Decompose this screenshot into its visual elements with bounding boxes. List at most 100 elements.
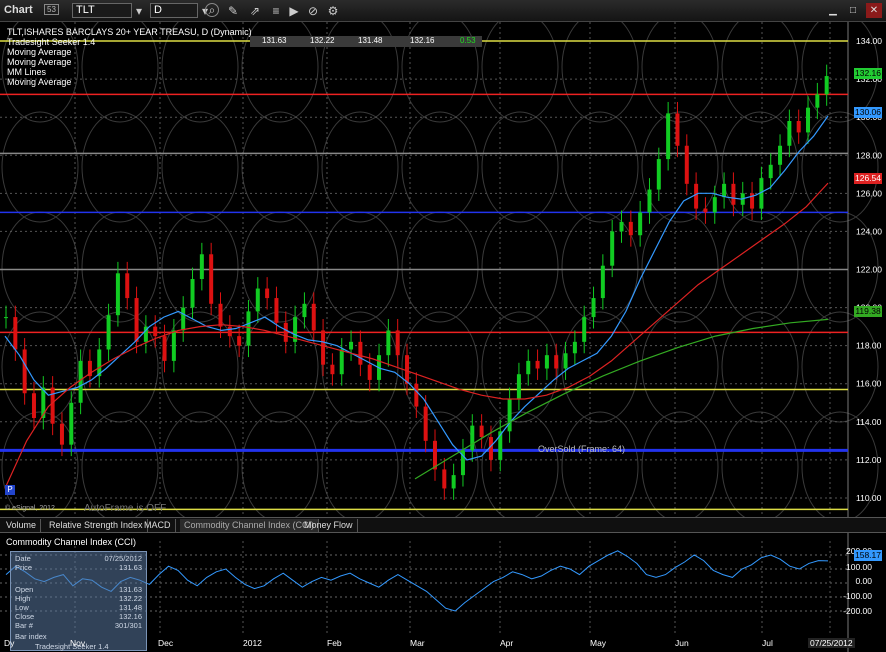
candle-body	[479, 425, 484, 438]
settings-icon[interactable]: ⚙	[325, 3, 341, 19]
bg-circle	[401, 111, 479, 223]
bg-circle	[401, 311, 479, 423]
x-axis-start: Dy	[4, 638, 15, 648]
candle-body	[162, 336, 167, 361]
tab-cci[interactable]: Commodity Channel Index (CCI)	[180, 519, 320, 532]
interval-input[interactable]: D	[150, 3, 198, 18]
candle-body	[666, 113, 671, 160]
candle-body	[283, 322, 288, 342]
x-axis-label: Mar	[410, 638, 425, 648]
ohlc-high: 132.22	[310, 36, 335, 45]
data-window-value: 132.16	[119, 612, 142, 621]
play-icon[interactable]: ▶	[286, 3, 302, 19]
candle-body	[367, 364, 372, 380]
candle-body	[181, 307, 186, 331]
candle-body	[69, 402, 74, 445]
candle-body	[237, 336, 242, 346]
price-chart-area[interactable]: 110.00112.00114.00116.00118.00120.00122.…	[0, 22, 886, 517]
candle-body	[572, 341, 577, 354]
candle-body	[171, 330, 176, 361]
candle-body	[31, 393, 36, 418]
bg-circle	[401, 211, 479, 323]
bg-circle	[481, 211, 559, 323]
candle-body	[768, 164, 773, 179]
data-window-label: High	[15, 594, 31, 603]
list-icon[interactable]: ≡	[268, 3, 284, 19]
bg-circle	[561, 411, 639, 517]
data-window-value: 301/301	[114, 621, 142, 630]
candle-body	[321, 330, 326, 365]
legend-item: Moving Average	[7, 77, 72, 87]
bg-circle	[561, 111, 639, 223]
y-axis-tick-label: 126.00	[856, 188, 882, 198]
candle-body	[554, 355, 559, 369]
tab-rsi[interactable]: Relative Strength Index	[45, 519, 148, 532]
price-chart[interactable]: 110.00112.00114.00116.00118.00120.00122.…	[0, 22, 886, 517]
bg-circle	[721, 211, 799, 323]
candle-body	[50, 387, 55, 424]
symbol-input[interactable]: TLT	[72, 3, 132, 18]
y-axis-tick-label: 128.00	[856, 150, 882, 160]
last-date-label: 07/25/2012	[808, 638, 855, 648]
candle-body	[694, 183, 699, 209]
tab-volume[interactable]: Volume	[2, 519, 42, 532]
candle-body	[675, 113, 680, 146]
candle-body	[600, 265, 605, 299]
x-axis-label: Jun	[675, 638, 689, 648]
ohlc-change: 0.53	[460, 36, 476, 45]
bg-circle	[161, 22, 239, 123]
data-window-value: 131.63	[119, 585, 142, 594]
candle-body	[591, 298, 596, 318]
cursor-icon[interactable]: ⇗	[247, 3, 263, 19]
link-icon[interactable]: ⊘	[305, 3, 321, 19]
data-window[interactable]: Date 07/25/2012 Price 131.63 Open 131.63…	[10, 551, 147, 651]
ma-fast-price-tag: 130.06	[854, 107, 882, 118]
oversold-label: OverSold (Frame: 64)	[538, 444, 626, 454]
close-icon[interactable]: ✕	[866, 3, 882, 18]
cci-axis-label: -200.00	[843, 606, 872, 616]
draw-tool-icon[interactable]: ✎	[225, 3, 241, 19]
maximize-icon[interactable]: □	[845, 3, 861, 18]
candle-body	[349, 341, 354, 350]
candle-body	[656, 159, 661, 190]
candle-body	[209, 254, 214, 304]
candle-body	[13, 317, 18, 350]
symbol-dropdown-icon[interactable]: ▾	[131, 3, 147, 19]
bg-circle	[561, 22, 639, 123]
indicator-tabs: Volume Relative Strength Index MACD Comm…	[0, 517, 886, 533]
bg-circle	[561, 211, 639, 323]
candle-body	[703, 208, 708, 213]
candle-body	[255, 288, 260, 312]
candle-body	[302, 303, 307, 318]
candle-body	[22, 349, 27, 394]
cci-title: Commodity Channel Index (CCI)	[6, 537, 137, 547]
tab-macd[interactable]: MACD	[140, 519, 176, 532]
candle-body	[199, 254, 204, 280]
bg-circle	[721, 311, 799, 423]
y-axis-tick-label: 124.00	[856, 226, 882, 236]
candle-body	[153, 326, 158, 337]
minimize-icon[interactable]: ▁	[825, 3, 841, 18]
bg-circle	[321, 211, 399, 323]
x-axis-label: May	[590, 638, 607, 648]
cci-axis-label: 100.00	[846, 562, 872, 572]
tab-money-flow[interactable]: Money Flow	[300, 519, 358, 532]
bg-circle	[481, 111, 559, 223]
candle-body	[442, 469, 447, 489]
candle-body	[451, 475, 456, 489]
candle-body	[4, 317, 8, 319]
candle-body	[787, 121, 792, 146]
ma-mid-price-tag: 126.54	[854, 173, 882, 184]
p-marker[interactable]: P	[5, 485, 15, 495]
bg-circle	[81, 111, 159, 223]
window-link-badge[interactable]: 53	[44, 4, 59, 15]
ma-slow-price-tag: 119.38	[854, 306, 882, 317]
search-icon[interactable]: ⌕	[205, 3, 219, 17]
candle-body	[190, 279, 195, 308]
candle-body	[516, 374, 521, 399]
x-axis-label: Apr	[500, 638, 514, 648]
candle-body	[470, 425, 475, 451]
data-window-value: 131.63	[119, 563, 142, 572]
x-axis-label: Nov	[70, 638, 86, 648]
bg-circle	[641, 311, 719, 423]
